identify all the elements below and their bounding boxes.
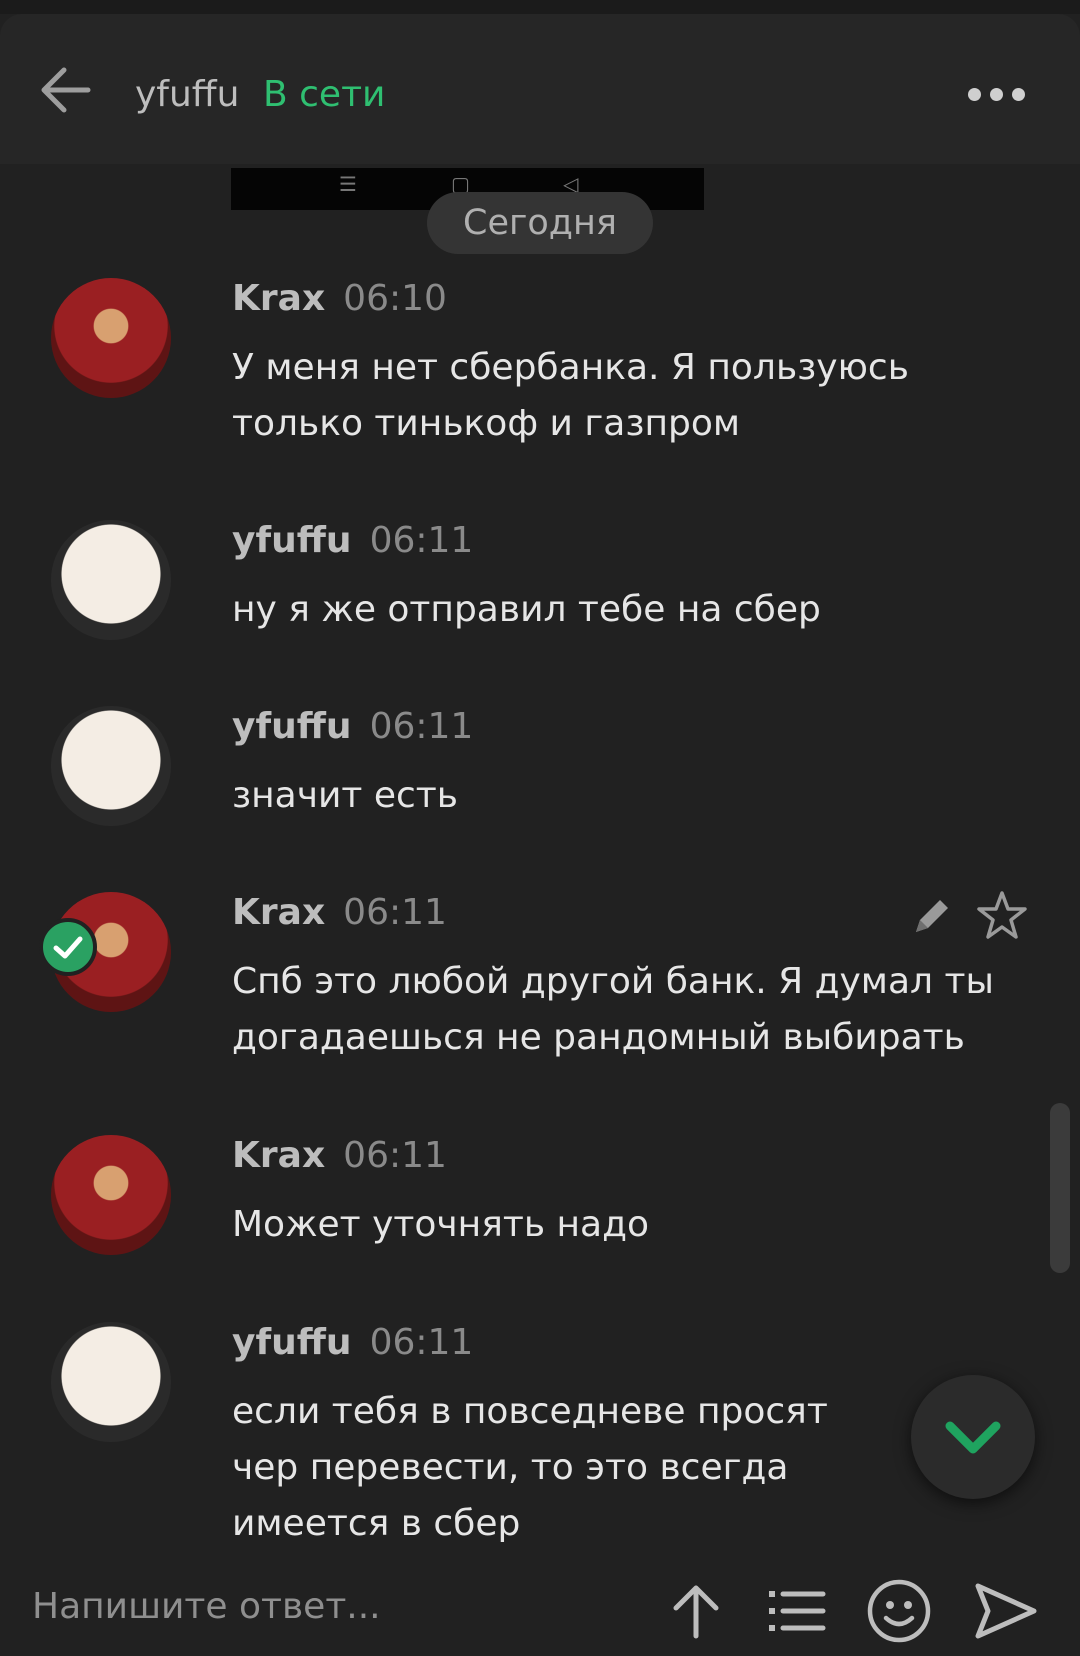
avatar[interactable] (51, 1135, 171, 1255)
message-text: Спб это любой другой банк. Я думал ты до… (232, 961, 994, 1058)
message-author[interactable]: Krax (232, 892, 325, 933)
reply-input[interactable]: Напишите ответ... (32, 1586, 381, 1627)
send-icon[interactable] (972, 1578, 1038, 1644)
nav-menu-glyph: ☰ (339, 172, 357, 196)
date-separator: Сегодня (427, 192, 653, 254)
message-time: 06:10 (343, 278, 447, 319)
list-icon[interactable] (763, 1578, 829, 1644)
message-time: 06:11 (343, 1135, 447, 1176)
pencil-icon[interactable] (906, 890, 958, 942)
message-time: 06:11 (369, 520, 474, 561)
avatar[interactable] (51, 706, 171, 826)
upload-arrow-icon[interactable] (663, 1578, 729, 1644)
message-text: если тебя в повседневе просят чер переве… (232, 1391, 828, 1542)
avatar[interactable] (51, 278, 171, 398)
more-dots-icon[interactable] (968, 86, 1058, 122)
chevron-down-icon (945, 1421, 1001, 1454)
scroll-down-button[interactable] (911, 1375, 1035, 1499)
message-time: 06:11 (369, 1322, 474, 1363)
message-author[interactable]: Krax (232, 1135, 325, 1176)
message-time: 06:11 (343, 892, 447, 933)
contact-name[interactable]: yfuffu (135, 74, 239, 115)
message-text: ну я же отправил тебе на сбер (232, 589, 821, 630)
scrollbar[interactable] (1050, 1103, 1070, 1273)
message-text: Может уточнять надо (232, 1204, 649, 1245)
emoji-icon[interactable] (866, 1578, 932, 1644)
message-text: У меня нет сбербанка. Я пользуюсь только… (232, 347, 909, 444)
message-author[interactable]: Krax (232, 278, 325, 319)
check-badge-icon[interactable] (39, 918, 97, 976)
star-icon[interactable] (975, 889, 1029, 943)
window-top-strip (0, 0, 1080, 14)
avatar[interactable] (51, 520, 171, 640)
composer-bar: Напишите ответ... (0, 1566, 1080, 1656)
message-author[interactable]: yfuffu (232, 520, 352, 561)
message-time: 06:11 (369, 706, 474, 747)
online-status: В сети (263, 74, 386, 115)
message-text: значит есть (232, 775, 458, 816)
chat-header: yfuffu В сети (0, 14, 1080, 164)
avatar[interactable] (51, 1322, 171, 1442)
message-author[interactable]: yfuffu (232, 706, 352, 747)
back-arrow-icon[interactable] (36, 60, 96, 120)
message-author[interactable]: yfuffu (232, 1322, 352, 1363)
